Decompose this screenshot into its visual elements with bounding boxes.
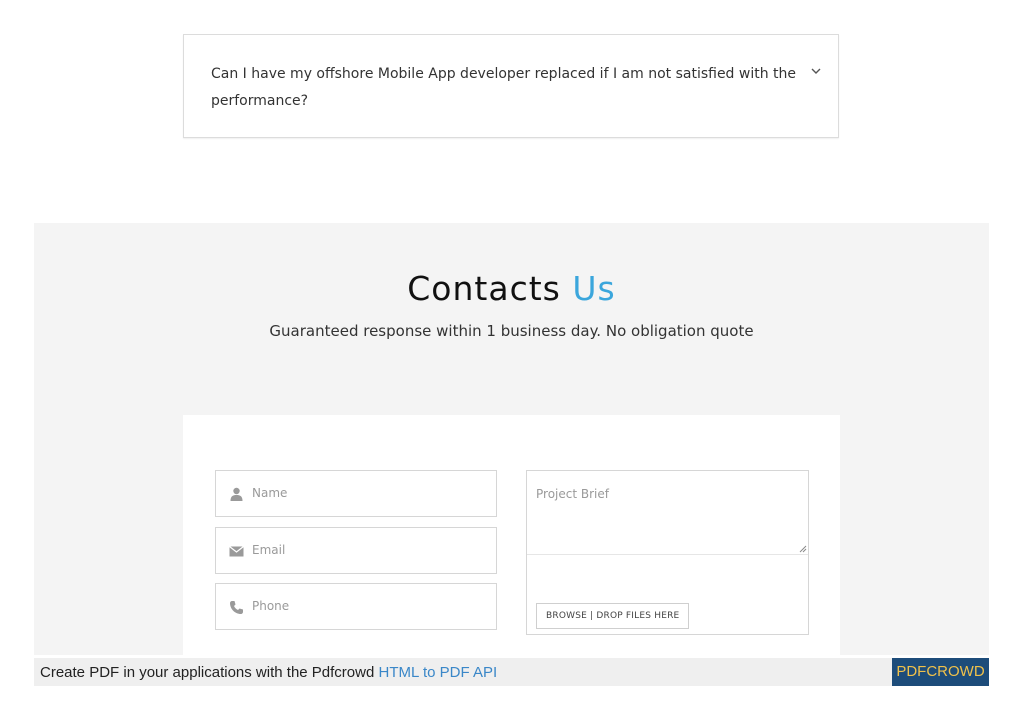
phone-field[interactable]: Phone [215,583,497,630]
faq-question[interactable]: Can I have my offshore Mobile App develo… [211,61,801,115]
name-field[interactable]: Name [215,470,497,517]
project-brief-field[interactable]: Project Brief BROWSE | DROP FILES HERE [526,470,809,635]
project-brief-textarea[interactable]: Project Brief [527,471,808,555]
email-placeholder: Email [252,543,286,557]
user-icon [230,487,243,501]
contact-subtitle: Guaranteed response within 1 business da… [269,322,754,340]
pdfcrowd-api-link[interactable]: HTML to PDF API [379,664,498,681]
resize-handle-icon[interactable] [799,545,807,553]
pdfcrowd-text: Create PDF in your applications with the… [40,664,497,681]
contact-title-accent: Us [572,269,616,308]
project-brief-placeholder: Project Brief [536,487,609,501]
pdfcrowd-message: Create PDF in your applications with the… [40,664,375,681]
name-placeholder: Name [252,486,288,500]
faq-item[interactable]: Can I have my offshore Mobile App develo… [183,34,839,138]
pdfcrowd-banner: Create PDF in your applications with the… [34,658,989,686]
contact-form: Name Email Phone Project Brief BROWSE | … [183,415,840,655]
phone-placeholder: Phone [252,599,290,613]
contact-title-main: Contacts [407,269,561,308]
email-field[interactable]: Email [215,527,497,574]
envelope-icon [229,546,244,557]
pdfcrowd-badge[interactable]: PDFCROWD [892,658,989,686]
phone-icon [230,601,243,614]
chevron-down-icon[interactable] [810,66,822,76]
contact-section: Contacts Us Guaranteed response within 1… [34,223,989,655]
browse-files-button[interactable]: BROWSE | DROP FILES HERE [536,603,690,629]
contact-title: Contacts Us [34,269,989,308]
